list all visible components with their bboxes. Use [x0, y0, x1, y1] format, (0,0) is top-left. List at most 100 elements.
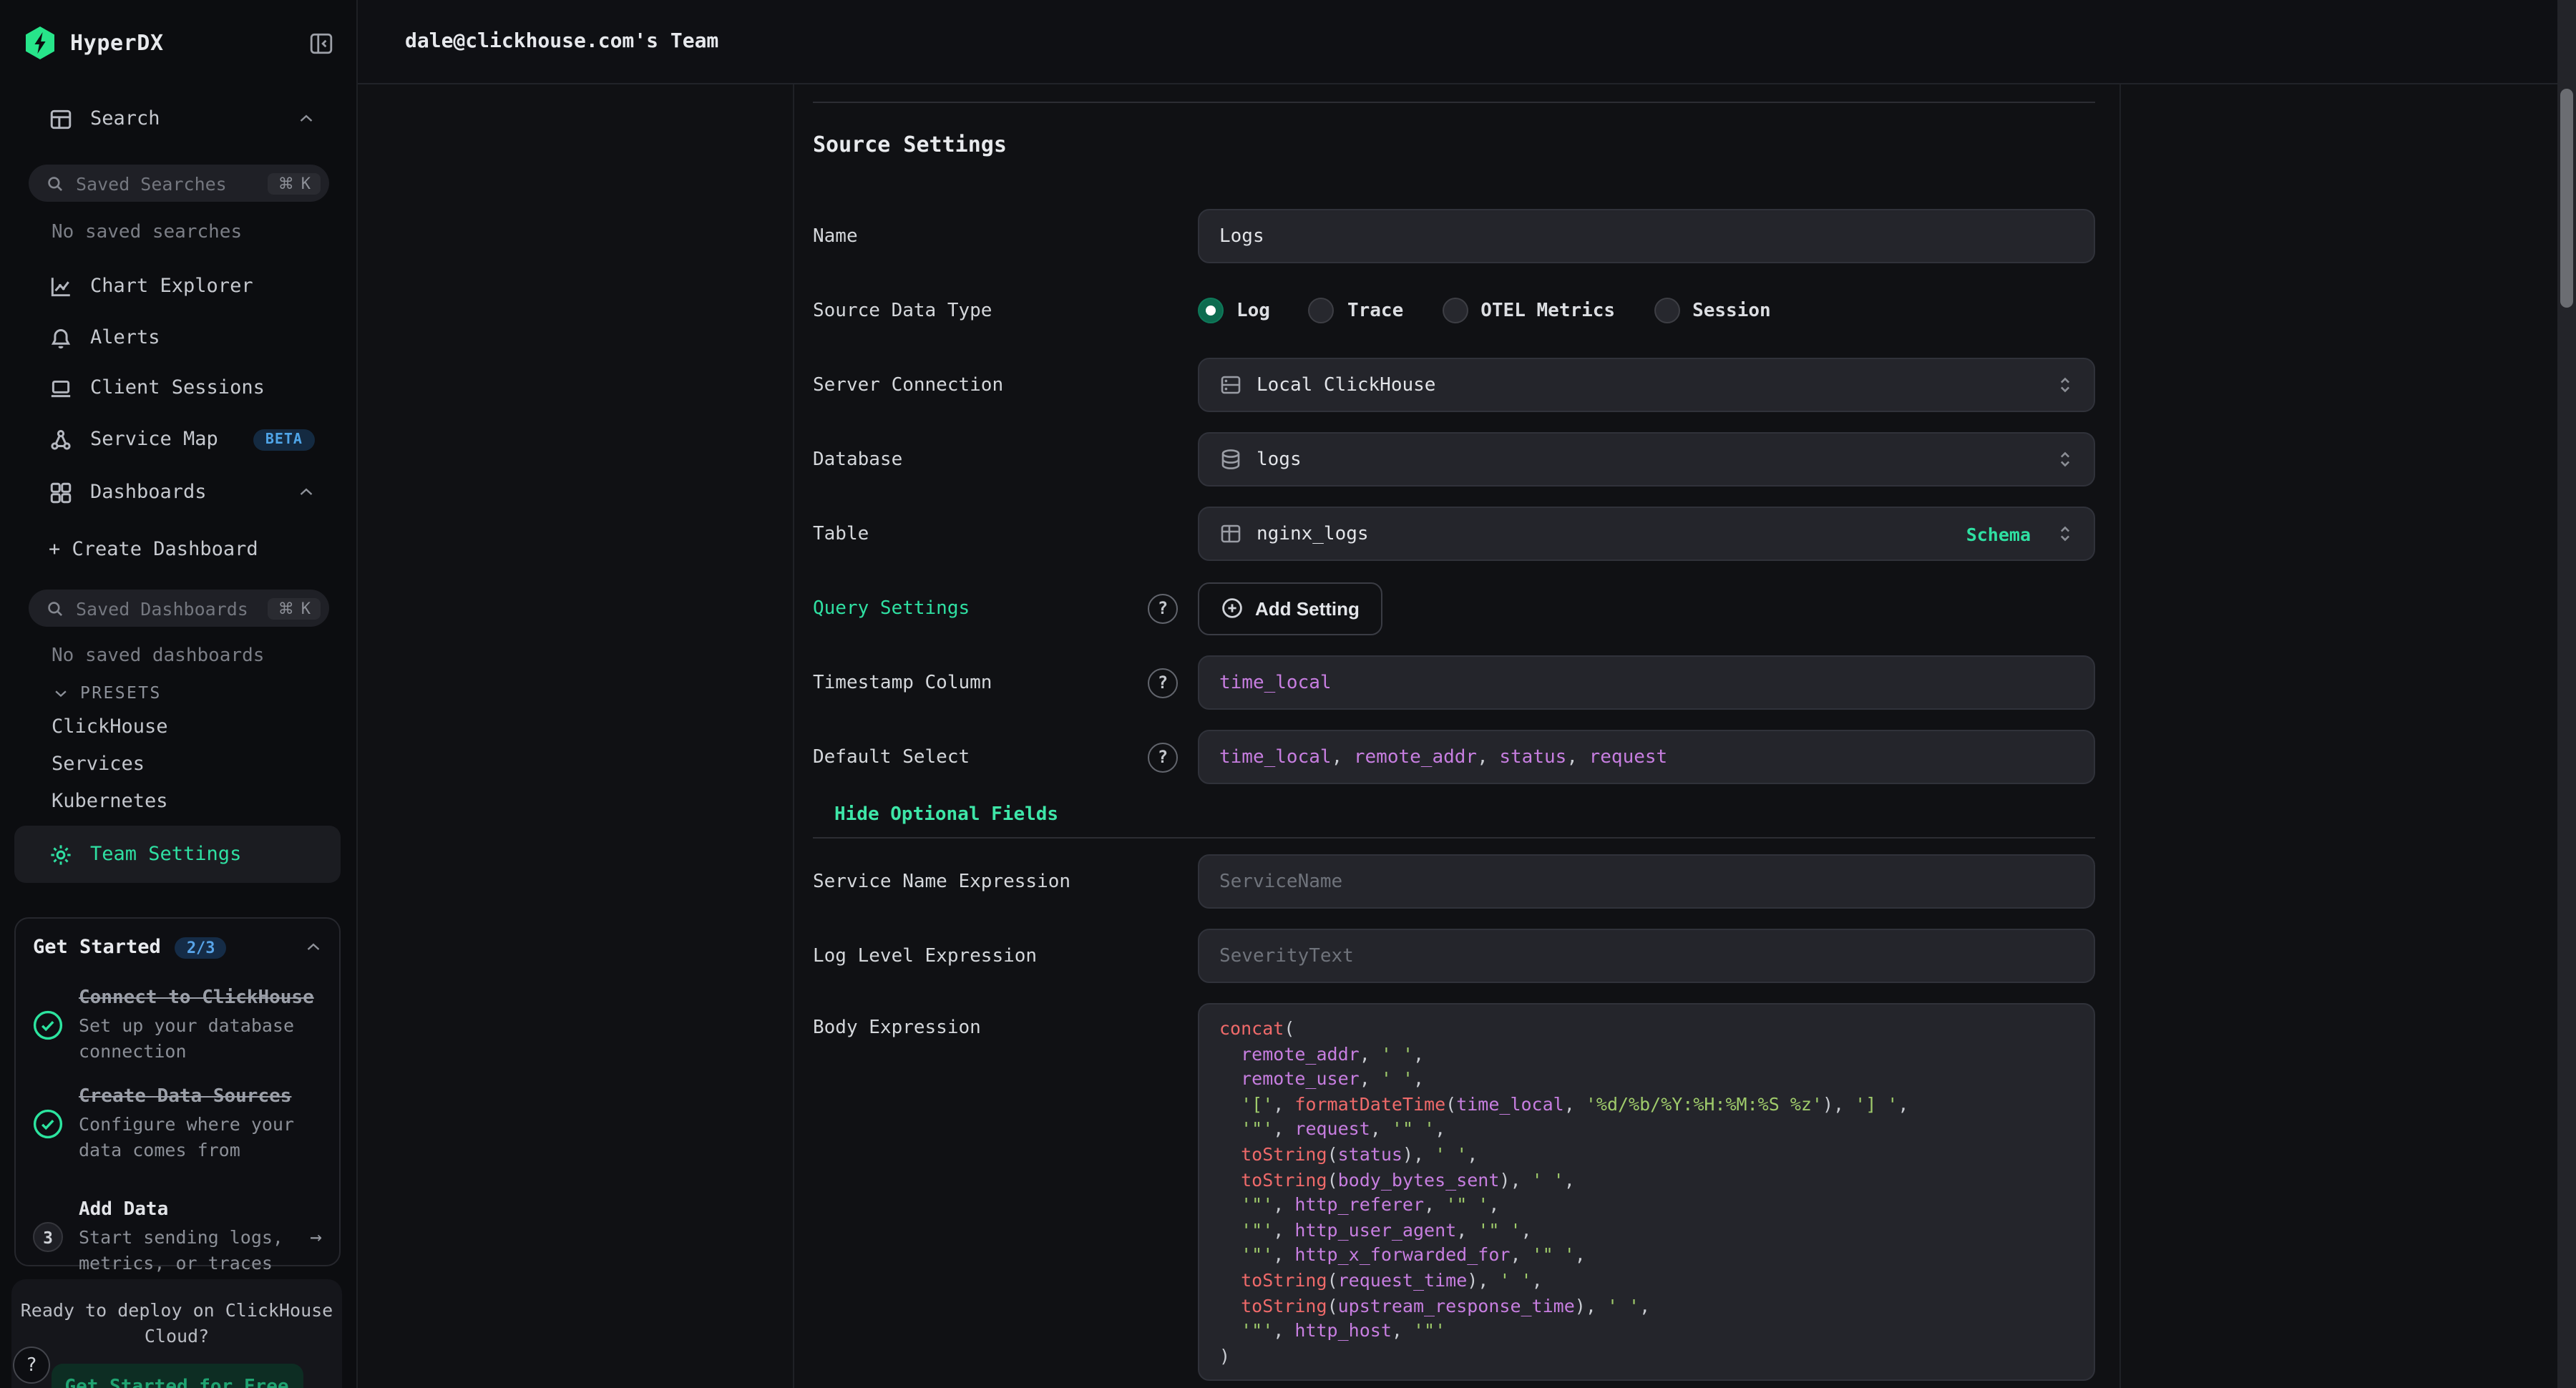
source-data-type-label: Source Data Type: [813, 300, 992, 321]
service-name-label: Service Name Expression: [813, 871, 1070, 892]
sidebar-item-alerts[interactable]: Alerts: [49, 325, 315, 351]
sidebar-item-dashboards[interactable]: Dashboards: [49, 479, 315, 505]
server-connection-select[interactable]: Local ClickHouse: [1198, 358, 2095, 412]
body-expression-editor[interactable]: concat( remote_addr, ' ', remote_user, '…: [1198, 1003, 2095, 1382]
form-row-database: Database logs: [813, 432, 2095, 487]
add-setting-button[interactable]: Add Setting: [1198, 582, 1382, 635]
name-input[interactable]: Logs: [1198, 209, 2095, 263]
source-settings-panel: Source Settings Name Logs Source Data Ty…: [793, 84, 2121, 1388]
get-started-free-button[interactable]: Get Started for Free: [51, 1364, 303, 1388]
code-line: '"', http_user_agent, '" ',: [1219, 1218, 2074, 1243]
help-icon[interactable]: ?: [1148, 593, 1178, 623]
get-started-step-add-data[interactable]: 3 Add Data Start sending logs, metrics, …: [33, 1199, 322, 1275]
service-name-placeholder: ServiceName: [1219, 871, 1342, 892]
radio-icon: [1198, 298, 1224, 323]
radio-trace[interactable]: Trace: [1309, 298, 1403, 323]
sidebar-item-service-map[interactable]: Service Map BETA: [49, 426, 315, 452]
search-icon: [46, 599, 64, 617]
hyperdx-logo-icon: [24, 26, 56, 60]
logo-row: HyperDX: [24, 24, 333, 62]
sidebar-item-chart-explorer[interactable]: Chart Explorer: [49, 273, 315, 299]
form-row-table: Table nginx_logs Schema: [813, 507, 2095, 561]
step-title: Create Data Sources: [79, 1086, 322, 1108]
name-label: Name: [813, 225, 858, 247]
form-row-service-name: Service Name Expression ServiceName: [813, 854, 2095, 909]
no-saved-dashboards-note: No saved dashboards: [52, 645, 264, 667]
cmd-icon: ⌘: [278, 174, 294, 192]
code-line: ): [1219, 1343, 2074, 1368]
database-value: logs: [1257, 449, 1302, 470]
saved-searches-input[interactable]: Saved Searches ⌘ K: [29, 165, 329, 202]
sidebar-item-label: Service Map: [90, 428, 218, 451]
radio-session[interactable]: Session: [1654, 298, 1771, 323]
step-desc: Start sending logs, metrics, or traces: [79, 1225, 294, 1275]
form-row-log-level: Log Level Expression SeverityText: [813, 929, 2095, 983]
service-map-icon: [49, 427, 73, 451]
scrollbar-track[interactable]: [2557, 0, 2576, 1388]
timestamp-column-label: Timestamp Column: [813, 672, 992, 693]
table-select[interactable]: nginx_logs Schema: [1198, 507, 2095, 561]
step-title: Connect to ClickHouse: [79, 987, 322, 1009]
form-row-body-expression: Body Expression concat( remote_addr, ' '…: [813, 1003, 2095, 1382]
code-line: toString(request_time), ' ',: [1219, 1268, 2074, 1293]
get-started-step-sources[interactable]: Create Data Sources Configure where your…: [33, 1086, 322, 1162]
default-select-label: Default Select: [813, 746, 970, 768]
select-caret-icon: [2057, 522, 2074, 545]
source-data-type-options: Log Trace OTEL Metrics Session: [1198, 298, 2095, 323]
database-select[interactable]: logs: [1198, 432, 2095, 487]
collapse-sidebar-icon[interactable]: [309, 31, 333, 55]
sidebar-item-label: Client Sessions: [90, 376, 265, 399]
shortcut-badge: ⌘ K: [268, 597, 321, 619]
radio-otel-metrics[interactable]: OTEL Metrics: [1442, 298, 1615, 323]
saved-dashboards-placeholder: Saved Dashboards: [76, 597, 248, 619]
presets-toggle[interactable]: PRESETS: [53, 683, 162, 703]
check-circle-icon: [33, 1109, 63, 1139]
scrollbar-thumb[interactable]: [2560, 89, 2573, 308]
cloud-card-line2: Cloud?: [11, 1324, 342, 1349]
timestamp-column-input[interactable]: time_local: [1198, 655, 2095, 710]
timestamp-column-value: time_local: [1219, 672, 1332, 693]
step-desc: Set up your database connection: [79, 1013, 322, 1063]
code-line: '[', formatDateTime(time_local, '%d/%b/%…: [1219, 1092, 2074, 1117]
schema-link[interactable]: Schema: [1966, 523, 2031, 544]
saved-searches-placeholder: Saved Searches: [76, 172, 227, 194]
body-expression-label: Body Expression: [813, 1017, 981, 1039]
default-select-input[interactable]: time_local, remote_addr, status, request: [1198, 730, 2095, 784]
radio-icon: [1442, 298, 1468, 323]
table-label: Table: [813, 523, 869, 544]
default-select-value: time_local, remote_addr, status, request: [1219, 746, 1667, 768]
preset-clickhouse[interactable]: ClickHouse: [52, 715, 168, 738]
get-started-step-connect[interactable]: Connect to ClickHouse Set up your databa…: [33, 987, 322, 1063]
sidebar-item-team-settings[interactable]: Team Settings: [14, 826, 341, 883]
radio-log[interactable]: Log: [1198, 298, 1270, 323]
radio-icon: [1654, 298, 1679, 323]
sidebar-item-search[interactable]: Search: [49, 106, 315, 132]
code-line: remote_user, ' ',: [1219, 1066, 2074, 1091]
code-line: '"', http_x_forwarded_for, '" ',: [1219, 1243, 2074, 1268]
section-title: Source Settings: [813, 132, 2095, 157]
code-line: remote_addr, ' ',: [1219, 1041, 2074, 1066]
page-header: dale@clickhouse.com's Team: [358, 0, 2557, 84]
create-dashboard-button[interactable]: + Create Dashboard: [49, 537, 315, 562]
cmd-icon: ⌘: [278, 599, 294, 617]
divider: [813, 102, 2095, 103]
chart-explorer-icon: [49, 274, 73, 298]
log-level-input[interactable]: SeverityText: [1198, 929, 2095, 983]
code-line: '"', request, '" ',: [1219, 1117, 2074, 1142]
select-caret-icon: [2057, 448, 2074, 471]
get-started-header[interactable]: Get Started 2/3: [33, 936, 322, 959]
sidebar-item-label: Alerts: [90, 326, 160, 349]
hide-optional-fields-link[interactable]: Hide Optional Fields: [834, 804, 1058, 826]
preset-services[interactable]: Services: [52, 753, 145, 776]
sidebar-item-label: Dashboards: [90, 481, 207, 504]
preset-kubernetes[interactable]: Kubernetes: [52, 790, 168, 813]
chevron-down-icon: [53, 685, 69, 700]
code-line: toString(body_bytes_sent), ' ',: [1219, 1167, 2074, 1192]
sidebar-item-client-sessions[interactable]: Client Sessions: [49, 375, 315, 401]
help-icon[interactable]: ?: [1148, 668, 1178, 698]
help-icon[interactable]: ?: [1148, 742, 1178, 772]
help-button[interactable]: ?: [13, 1347, 50, 1384]
search-section-icon: [49, 107, 73, 131]
saved-dashboards-input[interactable]: Saved Dashboards ⌘ K: [29, 590, 329, 627]
service-name-input[interactable]: ServiceName: [1198, 854, 2095, 909]
